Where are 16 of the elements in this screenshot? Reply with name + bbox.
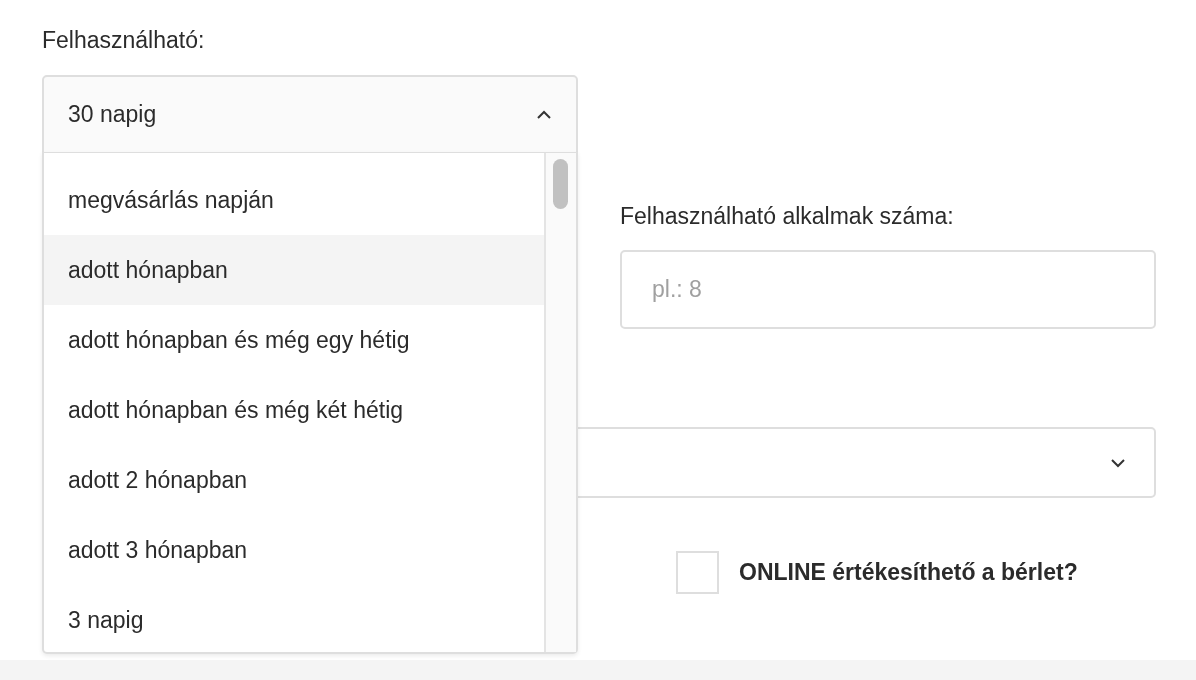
- chevron-icon: [536, 109, 552, 120]
- dropdown-option[interactable]: adott 2 hónapban: [44, 445, 544, 515]
- dropdown-option[interactable]: 3 napig: [44, 585, 544, 655]
- scrollbar[interactable]: [544, 153, 576, 652]
- checkbox-label: ONLINE értékesíthető a bérlet?: [739, 559, 1078, 586]
- dropdown-option[interactable]: adott hónapban: [44, 235, 544, 305]
- chevron-icon: [1110, 457, 1126, 468]
- dropdown-option[interactable]: adott hónapban és még egy hétig: [44, 305, 544, 375]
- dropdown-option[interactable]: megvásárlás napján: [44, 165, 544, 235]
- field-label: Felhasználható:: [42, 26, 206, 54]
- dropdown-option[interactable]: adott hónapban és még két hétig: [44, 375, 544, 445]
- dropdown-option[interactable]: adott 3 hónapban: [44, 515, 544, 585]
- occasions-input[interactable]: pl.: 8: [620, 250, 1156, 329]
- validity-select[interactable]: 30 napig: [42, 75, 578, 154]
- checkbox[interactable]: [676, 551, 719, 594]
- field-label: Felhasználható alkalmak száma:: [620, 202, 955, 230]
